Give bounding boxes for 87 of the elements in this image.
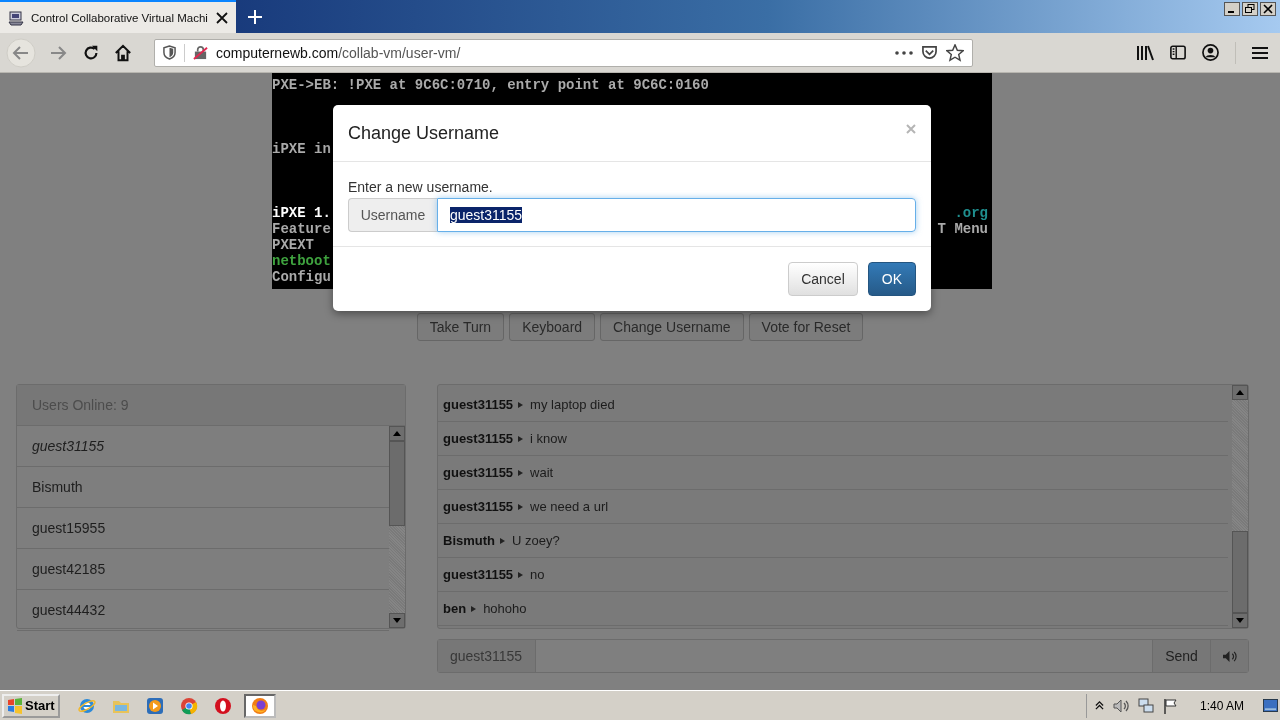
chat-text: my laptop died (530, 397, 615, 412)
home-icon[interactable] (114, 43, 132, 62)
chat-text: wait (530, 465, 554, 480)
console-text: netboot (272, 253, 331, 269)
chat-username: guest31155 (443, 465, 514, 480)
play-icon (145, 696, 164, 715)
console-text: T Menu (937, 221, 989, 237)
minimize-icon[interactable] (1224, 2, 1240, 16)
console-text: iPXE in (272, 141, 331, 157)
vm-action-button[interactable]: Change Username (600, 313, 744, 341)
scrollbar[interactable] (1232, 385, 1248, 628)
insecure-lock-icon (193, 45, 208, 60)
flag-icon[interactable] (1162, 697, 1179, 714)
show-desktop-icon[interactable] (1263, 699, 1278, 712)
start-button[interactable]: Start (2, 693, 60, 718)
chat-username: guest31155 (443, 431, 514, 446)
chat-text: hohoho (483, 601, 527, 616)
reload-icon[interactable] (82, 43, 100, 62)
library-icon[interactable] (1136, 44, 1154, 61)
address-bar[interactable]: computernewb.com/collab-vm/user-vm/ (154, 38, 973, 67)
back-icon[interactable] (6, 37, 36, 68)
menu-icon[interactable] (1252, 45, 1268, 60)
triangle-icon (518, 571, 524, 578)
shield-icon (163, 45, 176, 60)
console-text: iPXE 1. (272, 205, 331, 221)
ok-button[interactable]: OK (867, 262, 916, 296)
console-text: PXEXT (272, 237, 314, 253)
firefox-icon (250, 696, 269, 715)
cancel-button[interactable]: Cancel (788, 262, 858, 296)
username-label: Username (348, 198, 437, 232)
new-tab-icon[interactable] (248, 9, 262, 24)
triangle-icon (518, 435, 524, 442)
chrome-icon (179, 696, 198, 715)
scroll-down-icon (1236, 618, 1244, 623)
opera-icon (213, 696, 232, 715)
user-list-item[interactable]: guest42185 (17, 549, 389, 590)
triangle-icon (500, 537, 505, 544)
console-text: Feature (272, 221, 331, 237)
globe-e-icon (77, 696, 96, 715)
console-text: .org (954, 205, 989, 221)
user-list-item[interactable]: guest31155 (17, 426, 389, 467)
chat-username: guest31155 (443, 397, 514, 412)
pocket-icon[interactable] (921, 45, 938, 60)
vm-action-button[interactable]: Take Turn (416, 313, 505, 341)
vm-action-button[interactable]: Keyboard (509, 313, 596, 341)
account-icon[interactable] (1202, 44, 1219, 61)
network-icon[interactable] (1137, 697, 1154, 714)
chevron-up-icon[interactable] (1094, 700, 1104, 711)
speaker-icon[interactable] (1112, 698, 1129, 713)
chat-text: i know (530, 431, 567, 446)
triangle-icon (471, 605, 477, 612)
more-icon[interactable] (895, 50, 913, 55)
scroll-down-icon (393, 618, 401, 623)
scroll-up-icon (393, 431, 401, 436)
taskbar-app[interactable] (243, 693, 276, 718)
triangle-icon (518, 401, 524, 408)
chat-text: we need a url (530, 499, 609, 514)
computer-icon (8, 9, 24, 26)
dialog-prompt: Enter a new username. (348, 179, 494, 195)
chat-username: ben (443, 601, 467, 616)
clock[interactable]: 1:40 AM (1199, 698, 1244, 713)
user-list-item[interactable]: guest15955 (17, 508, 389, 549)
scrollbar[interactable] (389, 426, 405, 628)
username-field[interactable]: guest31155 (437, 198, 916, 232)
sidebar-icon[interactable] (1170, 45, 1186, 60)
triangle-icon (518, 469, 524, 476)
browser-tab[interactable]: Control Collaborative Virtual Machi (0, 0, 236, 33)
close-icon[interactable] (1260, 2, 1276, 16)
restore-icon[interactable] (1242, 2, 1258, 16)
user-list-item[interactable]: guest44432 (17, 590, 389, 631)
scroll-up-icon (1236, 390, 1244, 395)
chat-username: guest31155 (443, 567, 514, 582)
chat-text: U zoey? (512, 533, 560, 548)
console-text: Configu (272, 269, 331, 285)
chat-username: guest31155 (443, 499, 514, 514)
chat-text: no (530, 567, 545, 582)
console-text: PXE->EB: !PXE at 9C6C:0710, entry point at 9C6C:0160 (272, 77, 709, 93)
dialog-title: Change Username (348, 122, 500, 144)
triangle-icon (518, 503, 524, 510)
url-host: computernewb.com (216, 44, 339, 61)
user-list-item[interactable]: Bismuth (17, 467, 389, 508)
star-icon[interactable] (946, 43, 964, 62)
url-path: /collab-vm/user-vm/ (338, 44, 461, 61)
windows-logo-icon (7, 697, 23, 714)
close-icon[interactable] (216, 11, 228, 24)
vm-action-button[interactable]: Vote for Reset (748, 313, 864, 341)
chat-username: Bismuth (443, 533, 495, 548)
